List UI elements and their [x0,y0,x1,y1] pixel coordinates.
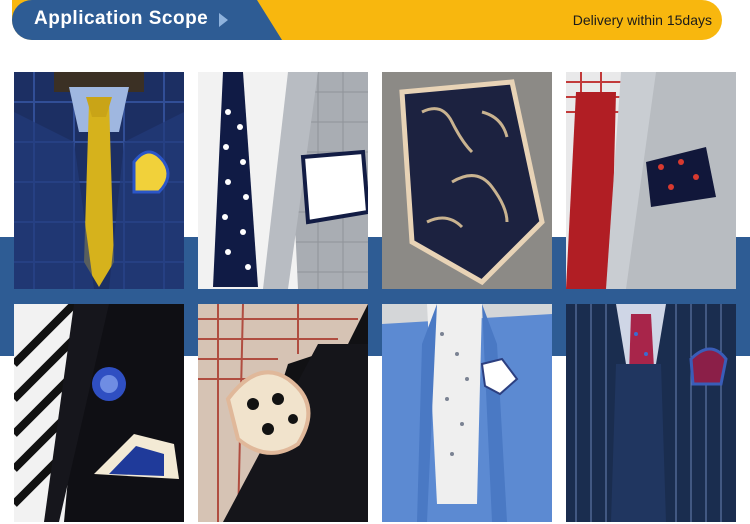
photo-6 [198,304,368,522]
delivery-note: Delivery within 15days [572,12,712,28]
photo-1 [14,72,184,289]
photo-4 [566,72,736,289]
photo-5 [14,304,184,522]
photo-7 [382,304,552,522]
photo-2 [198,72,368,289]
banner-title: Application Scope [34,8,209,29]
triangle-arrow-icon [219,13,228,27]
photo-3 [382,72,552,289]
section-banner: Application Scope Delivery within 15days [12,0,722,40]
photo-8 [566,304,736,522]
